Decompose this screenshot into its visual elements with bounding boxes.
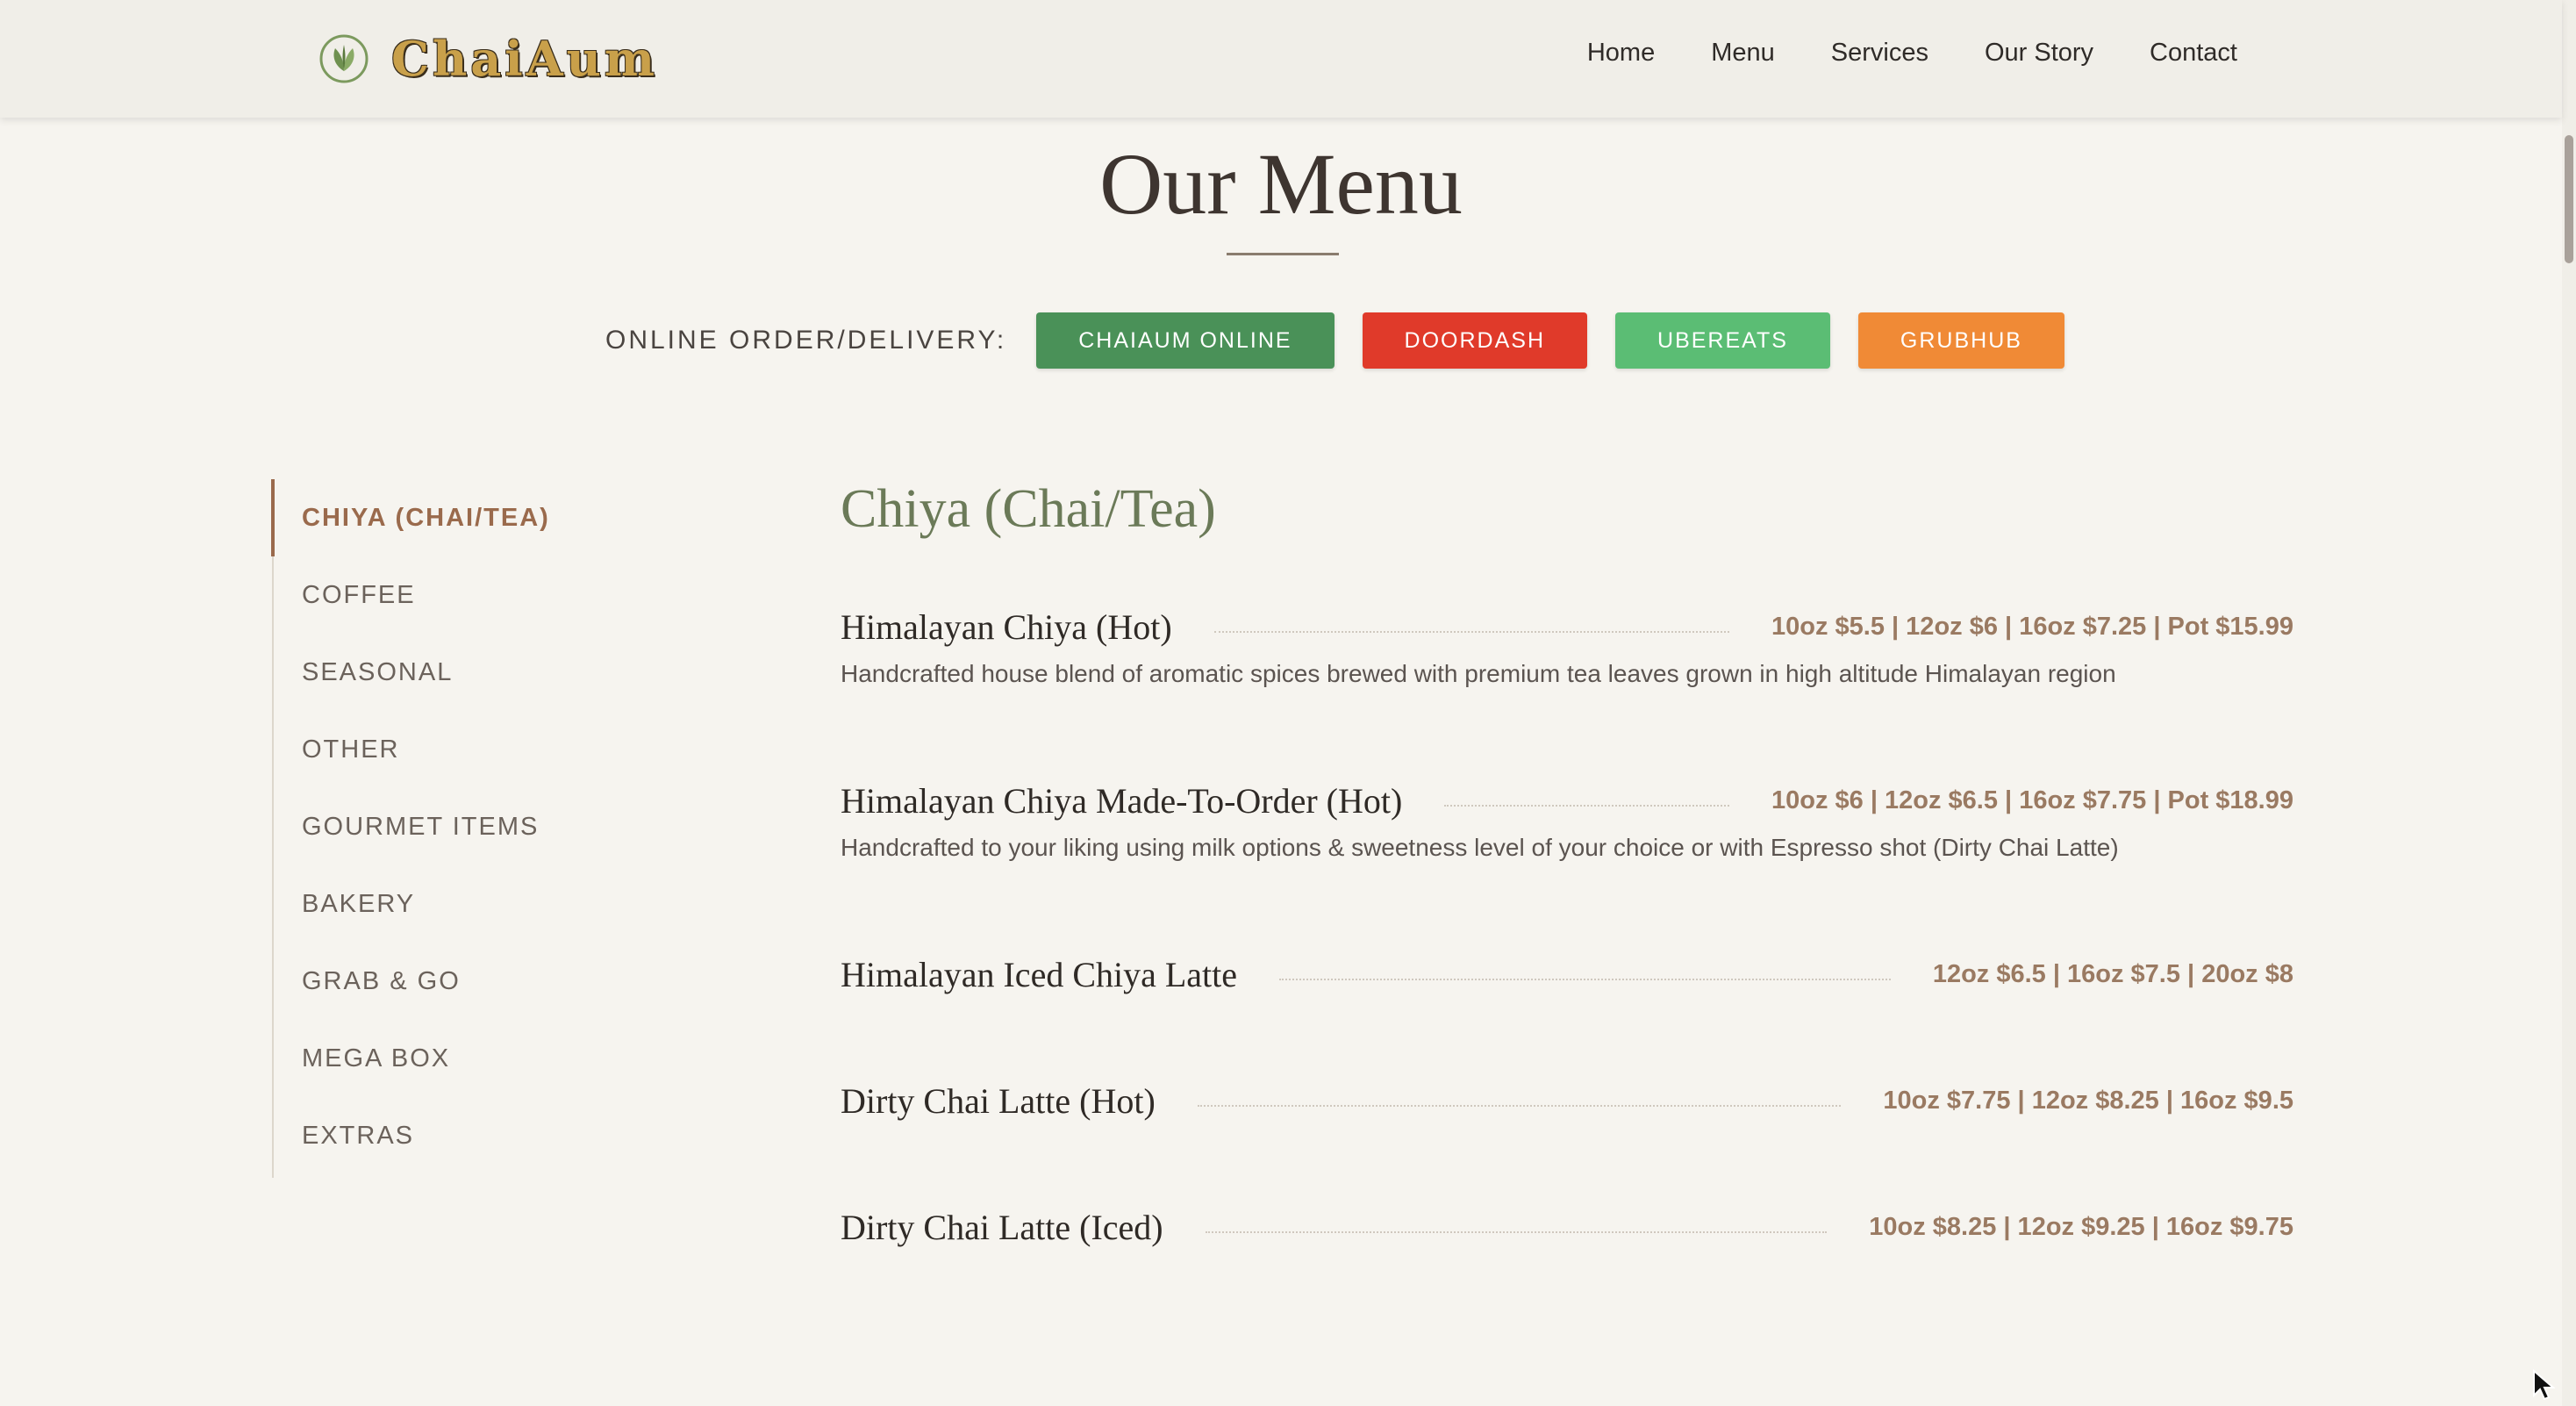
item-name: Dirty Chai Latte (Iced) — [841, 1207, 1163, 1247]
doordash-button[interactable]: DOORDASH — [1362, 312, 1588, 369]
title-divider — [1227, 253, 1339, 255]
menu-item: Himalayan Chiya Made-To-Order (Hot) 10oz… — [841, 776, 2293, 862]
item-name: Dirty Chai Latte (Hot) — [841, 1080, 1156, 1121]
nav-contact[interactable]: Contact — [2150, 39, 2237, 68]
category-gourmet-items[interactable]: GOURMET ITEMS — [274, 788, 730, 865]
brand-name: ChaiAum — [391, 31, 659, 87]
category-mega-box[interactable]: MEGA BOX — [274, 1020, 730, 1097]
nav-home[interactable]: Home — [1587, 39, 1655, 68]
page-scrollbar[interactable] — [2562, 0, 2576, 1406]
category-coffee[interactable]: COFFEE — [274, 556, 730, 634]
menu-item: Dirty Chai Latte (Iced) 10oz $8.25 | 12o… — [841, 1202, 2293, 1252]
grubhub-button[interactable]: GRUBHUB — [1857, 312, 2064, 369]
item-name: Himalayan Chiya (Hot) — [841, 606, 1172, 647]
online-order-bar: ONLINE ORDER/DELIVERY: CHAIAUM ONLINE DO… — [605, 312, 2093, 369]
menu-item: Himalayan Chiya (Hot) 10oz $5.5 | 12oz $… — [841, 602, 2293, 688]
ubereats-button[interactable]: UBEREATS — [1615, 312, 1830, 369]
item-name: Himalayan Iced Chiya Latte — [841, 954, 1238, 994]
scrollbar-thumb[interactable] — [2565, 135, 2573, 263]
chaiaum-online-button[interactable]: CHAIAUM ONLINE — [1036, 312, 1335, 369]
menu-item: Dirty Chai Latte (Hot) 10oz $7.75 | 12oz… — [841, 1076, 2293, 1125]
dotted-leader — [1197, 1105, 1842, 1107]
item-description: Handcrafted house blend of aromatic spic… — [841, 660, 2116, 687]
category-grab-and-go[interactable]: GRAB & GO — [274, 943, 730, 1020]
category-extras[interactable]: EXTRAS — [274, 1097, 730, 1174]
nav-services[interactable]: Services — [1831, 39, 1928, 68]
menu-item: Himalayan Iced Chiya Latte 12oz $6.5 | 1… — [841, 950, 2293, 999]
category-chiya[interactable]: CHIYA (CHAI/TEA) — [271, 479, 730, 556]
page-title: Our Menu — [1099, 135, 1463, 233]
leaf-logo-icon — [319, 34, 369, 83]
brand-logo[interactable]: ChaiAum — [316, 30, 658, 88]
item-price: 10oz $7.75 | 12oz $8.25 | 16oz $9.5 — [1883, 1086, 2293, 1115]
item-description: Handcrafted to your liking using milk op… — [841, 834, 2119, 861]
item-price: 10oz $6 | 12oz $6.5 | 16oz $7.75 | Pot $… — [1771, 785, 2293, 814]
nav-menu[interactable]: Menu — [1711, 39, 1775, 68]
dotted-leader — [1205, 1231, 1828, 1233]
item-price: 10oz $8.25 | 12oz $9.25 | 16oz $9.75 — [1869, 1212, 2293, 1241]
category-sidebar: CHIYA (CHAI/TEA) COFFEE SEASONAL OTHER G… — [271, 479, 730, 1178]
item-price: 10oz $5.5 | 12oz $6 | 16oz $7.25 | Pot $… — [1771, 612, 2293, 641]
section-title: Chiya (Chai/Tea) — [841, 479, 1216, 539]
order-label: ONLINE ORDER/DELIVERY: — [605, 326, 1007, 355]
item-name: Himalayan Chiya Made-To-Order (Hot) — [841, 780, 1403, 821]
site-header: ChaiAum Home Menu Services Our Story Con… — [0, 0, 2562, 118]
category-bakery[interactable]: BAKERY — [274, 865, 730, 943]
dotted-leader — [1279, 979, 1891, 980]
main-nav: Home Menu Services Our Story Contact — [1587, 39, 2237, 68]
category-other[interactable]: OTHER — [274, 711, 730, 788]
mouse-pointer-icon — [2533, 1369, 2555, 1401]
dotted-leader — [1444, 805, 1729, 807]
category-seasonal[interactable]: SEASONAL — [274, 634, 730, 711]
dotted-leader — [1213, 631, 1729, 633]
nav-our-story[interactable]: Our Story — [1985, 39, 2093, 68]
item-price: 12oz $6.5 | 16oz $7.5 | 20oz $8 — [1932, 959, 2293, 988]
